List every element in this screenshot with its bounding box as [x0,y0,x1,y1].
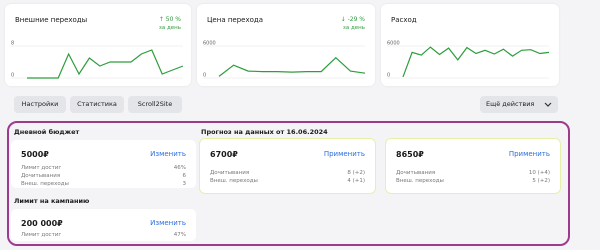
chevron-down-icon [544,96,552,120]
forecast-ext-row: Внеш. переходы 4 (+1) [210,178,365,184]
campaign-limit-card: 200 000₽ Изменить Лимит достиг 47% [11,209,196,241]
daily-budget-amount: 5000₽ [21,150,49,159]
sparkline-series [402,46,550,78]
change-daily-budget-link[interactable]: Изменить [150,150,186,158]
reads-label: Дочитывания [21,173,61,179]
ext-clicks-value: 3 [182,181,187,187]
more-actions-button[interactable]: Ещё действия [480,96,558,113]
metric-card-external-clicks: Внешние переходы ↑ 50 % за день 80 [5,4,191,86]
sparkline-chart: 6000 0 [203,41,366,79]
forecast-reads-row: Дочитывания 8 (+2) [210,170,365,176]
metric-delta-period: за день [158,25,181,31]
forecast-ext-label: Внеш. переходы [396,178,444,184]
metric-delta-value: ↓ -29 % [340,16,365,23]
forecast-reads-label: Дочитывания [396,170,436,176]
daily-budget-title: Дневной бюджет [14,128,80,136]
axis-bottom-label: 0 [203,73,206,79]
axis-top-label: 6000 [387,41,400,47]
budget-section: Дневной бюджет 5000₽ Изменить Лимит дост… [7,121,570,246]
forecast-reads-row: Дочитывания 10 (+4) [396,170,550,176]
forecast-option-card: 6700₽ Применить Дочитывания 8 (+2) Внеш.… [199,138,376,194]
apply-forecast-button[interactable]: Применить [509,150,550,158]
campaign-limit-label: Лимит достиг [21,232,62,238]
forecast-ext-value: 4 (+1) [347,178,365,184]
axis-top-label: 6000 [203,41,216,47]
metric-card-click-price: Цена перехода ↓ -29 % за день 6000 0 [197,4,375,86]
campaign-limit-value: 47% [173,232,186,238]
sparkline-series [218,56,366,77]
limit-reached-label: Лимит достиг [21,165,62,171]
forecast-reads-label: Дочитывания [210,170,250,176]
metric-title: Расход [391,16,417,24]
ext-clicks-row: Внеш. переходы 3 [21,181,186,187]
axis-bottom-label: 0 [11,73,14,79]
forecast-amount: 8650₽ [396,150,424,159]
settings-button[interactable]: Настройки [14,96,66,113]
forecast-option-card: 8650₽ Применить Дочитывания 10 (+4) Внеш… [385,138,561,194]
campaign-limit-row: Лимит достиг 47% [21,232,186,238]
axis-bottom-label: 0 [387,73,390,79]
forecast-ext-row: Внеш. переходы 5 (+2) [396,178,550,184]
campaign-limit-title: Лимит на кампанию [14,197,90,205]
more-actions-label: Ещё действия [486,100,535,108]
statistics-button[interactable]: Статистика [70,96,124,113]
reads-value: 6 [182,173,187,179]
sparkline-series [27,49,184,79]
forecast-title: Прогноз на данных от 16.06.2024 [201,128,328,136]
limit-reached-value: 46% [173,165,186,171]
reads-row: Дочитывания 6 [21,173,186,179]
metric-title: Цена перехода [207,16,264,24]
ext-clicks-label: Внеш. переходы [21,181,69,187]
forecast-reads-value: 8 (+2) [347,170,365,176]
metric-card-spend: Расход 6000 0 [381,4,559,86]
metric-delta: ↓ -29 % за день [341,16,365,32]
forecast-ext-value: 5 (+2) [532,178,550,184]
metric-title: Внешние переходы [15,16,88,24]
limit-reached-row: Лимит достиг 46% [21,165,186,171]
change-campaign-limit-link[interactable]: Изменить [150,219,186,227]
campaign-limit-amount: 200 000₽ [21,219,63,228]
daily-budget-card: 5000₽ Изменить Лимит достиг 46% Дочитыва… [11,140,196,188]
sparkline-chart: 6000 0 [387,41,550,79]
metric-delta-period: за день [342,25,365,31]
apply-forecast-button[interactable]: Применить [324,150,365,158]
forecast-amount: 6700₽ [210,150,238,159]
sparkline-chart: 80 [11,41,184,79]
axis-top-label: 8 [11,41,14,47]
forecast-ext-label: Внеш. переходы [210,178,258,184]
scroll2site-button[interactable]: Scroll2Site [128,96,182,113]
metric-delta-value: ↑ 50 % [158,16,181,23]
forecast-reads-value: 10 (+4) [528,170,550,176]
metric-delta: ↑ 50 % за день [159,16,181,32]
